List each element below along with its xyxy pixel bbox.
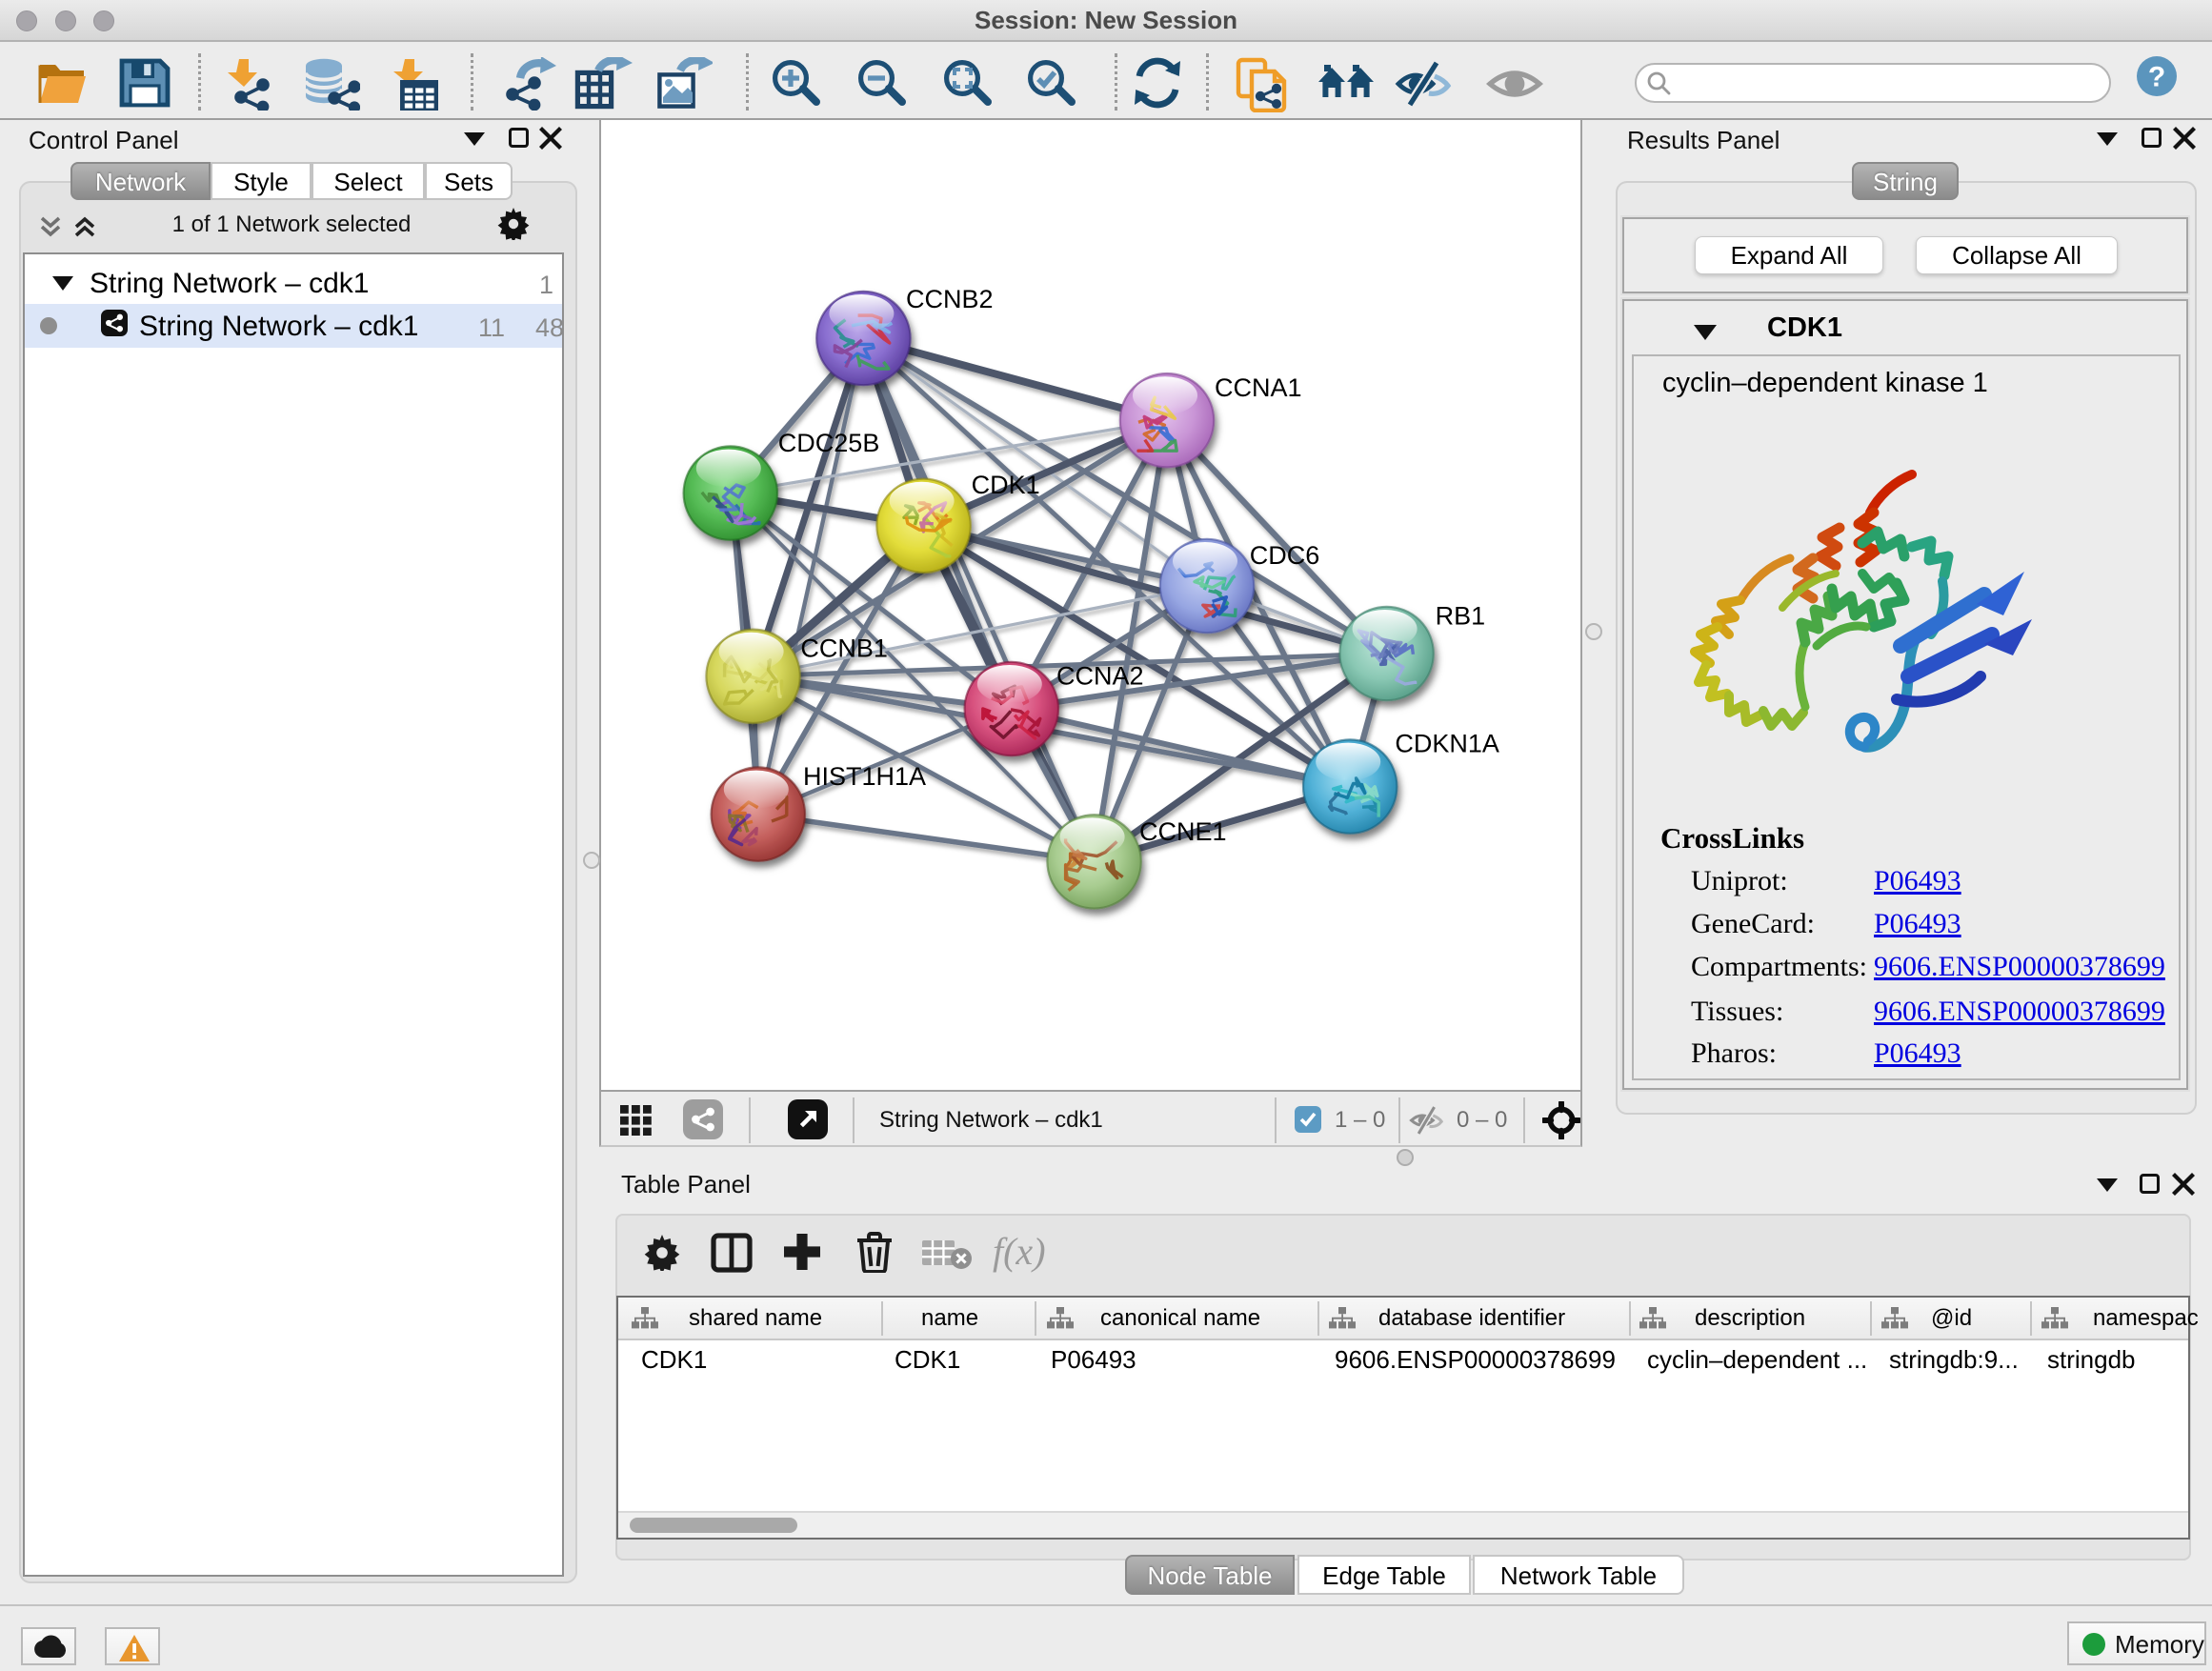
svg-text:CCNA2: CCNA2 [1056,662,1144,691]
svg-text:CCNB2: CCNB2 [906,285,994,313]
svg-text:CDKN1A: CDKN1A [1395,730,1499,758]
svg-text:CDK1: CDK1 [972,471,1040,499]
svg-text:CCNE1: CCNE1 [1139,817,1227,846]
svg-text:?: ? [2148,61,2165,92]
svg-text:CCNB1: CCNB1 [800,634,888,663]
svg-text:CCNA1: CCNA1 [1215,373,1302,402]
svg-text:RB1: RB1 [1436,601,1486,630]
svg-text:CDC6: CDC6 [1250,541,1320,570]
svg-text:CDC25B: CDC25B [778,429,880,457]
svg-text:HIST1H1A: HIST1H1A [803,762,926,791]
